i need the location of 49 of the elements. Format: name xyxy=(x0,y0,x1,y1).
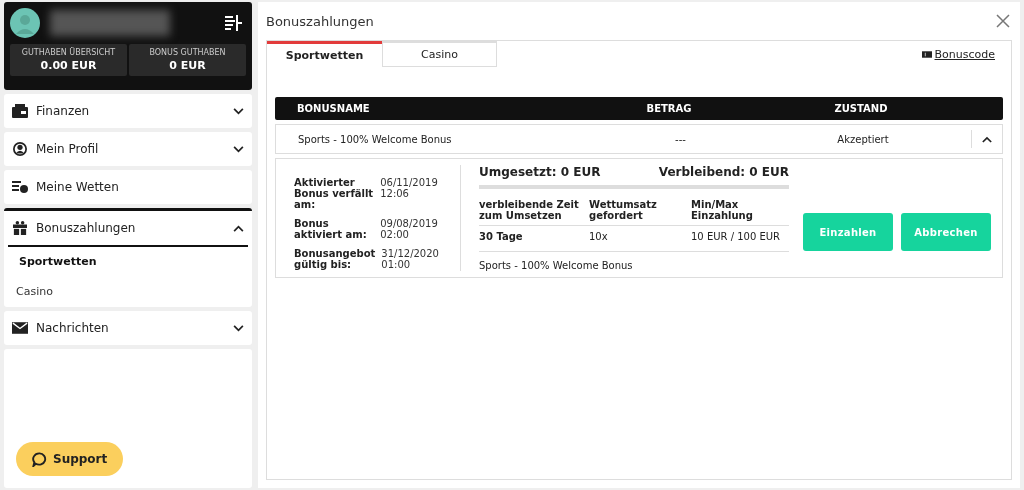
gift-icon xyxy=(12,221,28,235)
balance-value: 0.00 EUR xyxy=(40,59,97,72)
column-header: BONUSNAME xyxy=(297,103,371,114)
support-button[interactable]: Support xyxy=(16,442,124,476)
collapse-menu-icon[interactable] xyxy=(224,15,242,31)
menu-item[interactable]: Finanzen xyxy=(4,94,252,128)
column-header: Min/Max Einzahlung xyxy=(691,199,789,226)
bonus-name: Sports - 100% Welcome Bonus xyxy=(479,259,634,271)
bonuscode-link[interactable]: Bonuscode xyxy=(934,47,995,61)
table-cell-text: Akzeptiert xyxy=(836,133,890,145)
date-value: 31/12/2020 01:00 xyxy=(381,248,440,270)
table-cell: 10x xyxy=(589,226,691,252)
table-row[interactable]: Sports - 100% Welcome Bonus --- Akzeptiert xyxy=(275,124,1003,154)
tab[interactable]: Casino xyxy=(382,41,497,67)
date-value: 06/11/2019 12:06 xyxy=(380,177,439,201)
table-cell: 30 Tage xyxy=(479,226,589,252)
menu-item[interactable]: Meine Wetten xyxy=(4,170,252,204)
user-circle-icon xyxy=(12,142,28,156)
balance-label: BONUS GUTHABEN xyxy=(149,48,226,57)
wagered-amount: Umgesetzt: 0 EUR xyxy=(479,165,601,179)
column-header: ZUSTAND xyxy=(833,103,889,114)
table-cell-text: --- xyxy=(674,133,687,145)
date-label: Bonus aktiviert am: xyxy=(294,218,368,240)
date-label: Bonusangebot gültig bis: xyxy=(294,248,376,270)
remaining-amount: Verbleibend: 0 EUR xyxy=(658,165,789,179)
ticket-icon xyxy=(921,50,932,58)
balance-value: 0 EUR xyxy=(169,59,206,72)
date-value: 09/08/2019 02:00 xyxy=(380,218,439,240)
close-icon[interactable] xyxy=(996,14,1010,28)
date-label: Aktivierter Bonus verfällt am: xyxy=(294,177,375,210)
tab[interactable]: Sportwetten xyxy=(267,41,382,67)
coin-list-icon xyxy=(12,180,28,194)
wallet-icon xyxy=(12,104,28,118)
submenu-item[interactable]: Sportwetten xyxy=(4,247,252,277)
column-header: BETRAG xyxy=(645,103,693,114)
panel-title: Bonuszahlungen xyxy=(266,13,374,29)
column-header: Wettumsatz gefordert xyxy=(589,199,691,226)
caret-icon[interactable] xyxy=(982,135,992,143)
submenu-item[interactable]: Casino xyxy=(4,277,252,307)
table-cell: 10 EUR / 100 EUR xyxy=(691,226,789,252)
column-header: verbleibende Zeit zum Umsetzen xyxy=(479,199,589,226)
menu-item[interactable]: Nachrichten xyxy=(4,311,252,345)
chat-bubble-icon xyxy=(32,451,47,467)
table-cell-text: Sports - 100% Welcome Bonus xyxy=(298,133,453,145)
avatar-icon xyxy=(10,8,40,38)
menu-item[interactable]: Bonuszahlungen xyxy=(4,211,252,245)
envelope-icon xyxy=(12,321,28,335)
menu-item[interactable]: Mein Profil xyxy=(4,132,252,166)
balance-label: GUTHABEN ÜBERSICHT xyxy=(21,48,116,57)
